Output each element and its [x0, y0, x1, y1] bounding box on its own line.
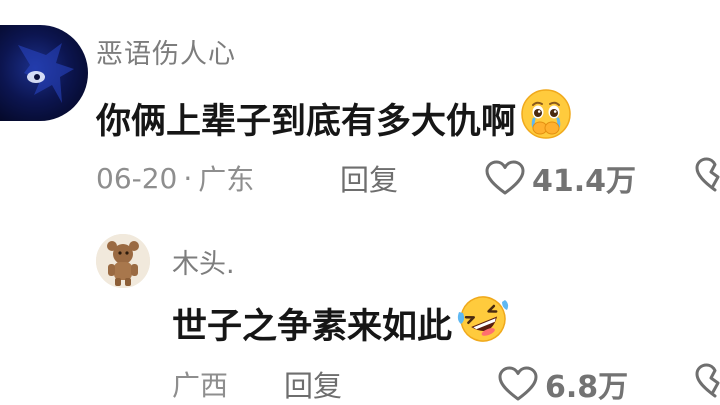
reply-like-button[interactable]: 6.8万 — [497, 362, 628, 405]
reply-username[interactable]: 木头. — [172, 242, 235, 281]
comment-location: 广东 — [198, 163, 255, 196]
heart-icon — [498, 366, 538, 401]
reply-meta: 广西 — [172, 364, 228, 404]
reply-like-count: 6.8万 — [545, 370, 629, 405]
comment-thread: 恶语伤人心 你俩上辈子到底有多大仇啊 06-20 · 广东 回复 41.4万 木… — [0, 0, 720, 405]
pleading-face-emoji-icon — [520, 88, 572, 149]
reply-location: 广西 — [172, 369, 229, 402]
meta-separator: · — [183, 161, 193, 195]
comment-username[interactable]: 恶语伤人心 — [96, 32, 236, 71]
reply-dislike-button[interactable] — [694, 362, 720, 404]
comment-meta: 06-20 · 广东 — [96, 158, 254, 198]
comment-text: 你俩上辈子到底有多大仇啊 — [96, 88, 572, 149]
like-count: 41.4万 — [532, 164, 637, 199]
reply-text: 世子之争素来如此 — [172, 294, 510, 353]
like-button[interactable]: 41.4万 — [484, 156, 636, 200]
broken-heart-icon — [695, 363, 720, 398]
comment-text-content: 你俩上辈子到底有多大仇啊 — [96, 102, 517, 142]
dislike-button[interactable] — [694, 156, 720, 198]
reply-button[interactable]: 回复 — [340, 158, 398, 198]
reply-avatar[interactable] — [96, 234, 150, 288]
avatar[interactable] — [0, 25, 88, 121]
rolling-laughing-emoji-icon — [456, 294, 510, 353]
comment-date: 06-20 — [96, 161, 178, 195]
heart-icon — [485, 160, 525, 195]
reply-text-content: 世子之争素来如此 — [172, 307, 453, 347]
reply-reply-button[interactable]: 回复 — [284, 364, 342, 404]
avatar-image — [18, 43, 74, 103]
reply-avatar-image — [96, 234, 150, 288]
broken-heart-icon — [695, 157, 720, 192]
